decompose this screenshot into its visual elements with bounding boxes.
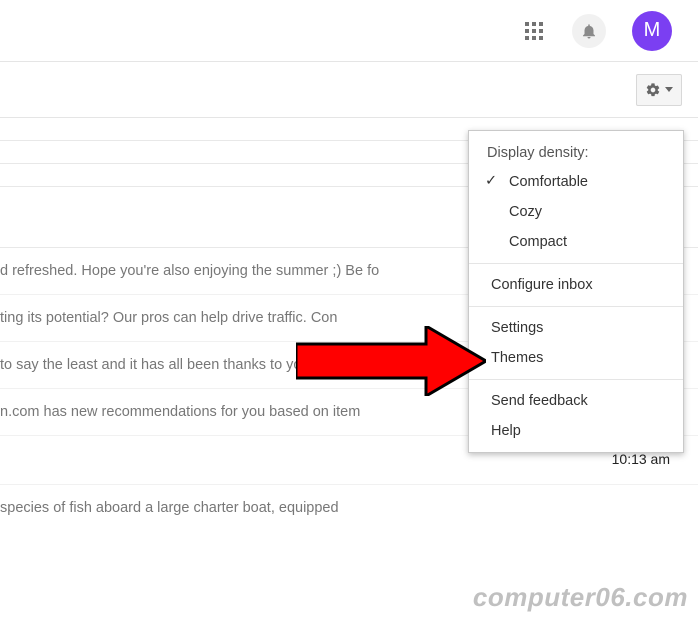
message-snippet: d refreshed. Hope you're also enjoying t… xyxy=(0,263,379,279)
menu-separator xyxy=(469,379,683,380)
menu-item-send-feedback[interactable]: Send feedback xyxy=(469,386,683,416)
menu-separator xyxy=(469,306,683,307)
message-snippet: to say the least and it has all been tha… xyxy=(0,357,367,373)
menu-item-help[interactable]: Help xyxy=(469,416,683,446)
gear-icon xyxy=(645,82,661,98)
menu-item-configure-inbox[interactable]: Configure inbox xyxy=(469,270,683,300)
toolbar xyxy=(0,62,698,118)
message-time: 10:13 am xyxy=(612,451,670,467)
account-avatar[interactable]: M xyxy=(632,11,672,51)
settings-dropdown: Display density: Comfortable Cozy Compac… xyxy=(468,130,684,453)
avatar-initial: M xyxy=(644,19,661,42)
density-option-compact[interactable]: Compact xyxy=(469,227,683,257)
menu-item-themes[interactable]: Themes xyxy=(469,343,683,373)
watermark-text: computer06.com xyxy=(473,582,688,613)
apps-grid-glyph xyxy=(525,22,543,40)
density-option-cozy[interactable]: Cozy xyxy=(469,197,683,227)
menu-item-settings[interactable]: Settings xyxy=(469,313,683,343)
message-snippet: n.com has new recommendations for you ba… xyxy=(0,404,360,420)
dropdown-section-header: Display density: xyxy=(469,141,683,167)
app-header: M xyxy=(0,0,698,62)
density-option-comfortable[interactable]: Comfortable xyxy=(469,167,683,197)
bell-icon xyxy=(580,22,598,40)
menu-separator xyxy=(469,263,683,264)
caret-down-icon xyxy=(665,87,673,92)
apps-icon[interactable] xyxy=(522,19,546,43)
settings-gear-button[interactable] xyxy=(636,74,682,106)
message-snippet: species of fish aboard a large charter b… xyxy=(0,500,339,516)
notifications-button[interactable] xyxy=(572,14,606,48)
message-snippet: ting its potential? Our pros can help dr… xyxy=(0,310,337,326)
table-row[interactable]: species of fish aboard a large charter b… xyxy=(0,485,698,531)
